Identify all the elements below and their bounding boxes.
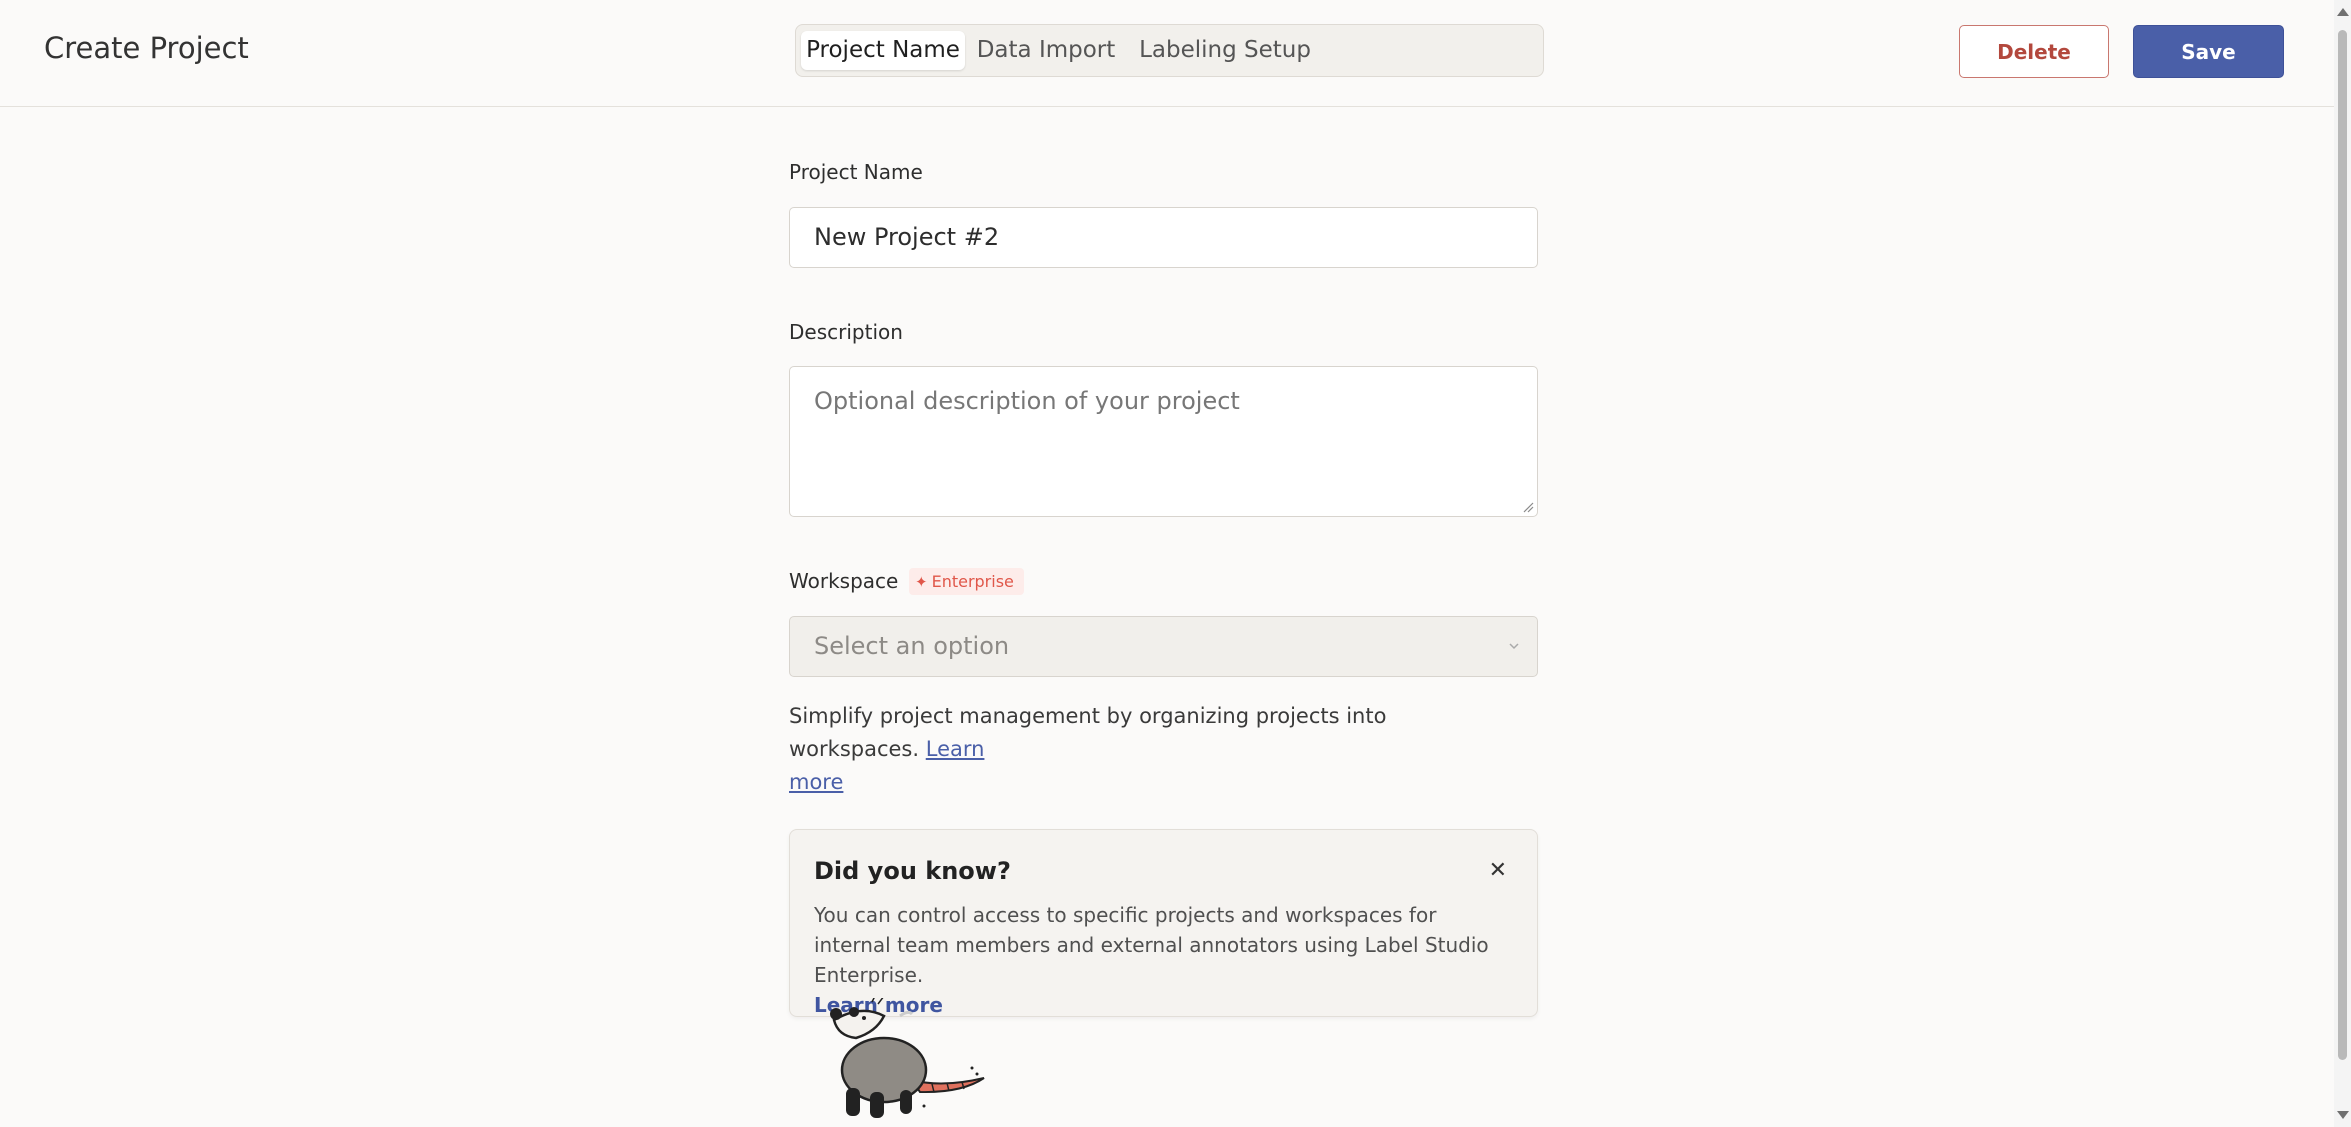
description-placeholder: Optional description of your project	[814, 387, 1240, 415]
step-tabs: Project Name Data Import Labeling Setup	[795, 24, 1544, 77]
scroll-thumb[interactable]	[2338, 30, 2347, 1060]
workspace-label: Workspace	[789, 569, 899, 593]
description-textarea[interactable]: Optional description of your project	[789, 366, 1538, 517]
top-bar: Create Project Project Name Data Import …	[0, 0, 2334, 107]
scroll-up-icon[interactable]	[2337, 8, 2349, 16]
page-title: Create Project	[44, 31, 249, 65]
workspace-select-placeholder: Select an option	[814, 632, 1010, 660]
tab-labeling-setup[interactable]: Labeling Setup	[1129, 31, 1321, 70]
project-name-input[interactable]: New Project #2	[789, 207, 1538, 268]
page-scrollbar[interactable]	[2334, 0, 2351, 1127]
workspace-learn-more-link[interactable]: Learn	[926, 737, 985, 761]
enterprise-badge-label: Enterprise	[931, 572, 1014, 591]
workspace-select[interactable]: Select an option	[789, 616, 1538, 677]
opossum-mascot-icon	[830, 998, 985, 1118]
workspace-help-text: Simplify project management by organizin…	[789, 700, 1519, 799]
tab-data-import[interactable]: Data Import	[971, 31, 1121, 70]
enterprise-badge: ✦ Enterprise	[909, 568, 1024, 595]
description-label: Description	[789, 320, 903, 344]
save-button[interactable]: Save	[2133, 25, 2284, 78]
workspace-learn-more-link-cont[interactable]: more	[789, 770, 843, 794]
workspace-help-message: Simplify project management by organizin…	[789, 704, 1387, 761]
project-name-label: Project Name	[789, 160, 923, 184]
sparkle-icon: ✦	[915, 573, 928, 591]
tab-project-name[interactable]: Project Name	[801, 31, 965, 70]
delete-button[interactable]: Delete	[1959, 25, 2109, 78]
close-icon[interactable]: ✕	[1489, 858, 1507, 883]
did-you-know-card: Did you know? ✕ You can control access t…	[789, 829, 1538, 1017]
chevron-down-icon	[1509, 643, 1519, 650]
scroll-down-icon[interactable]	[2337, 1111, 2349, 1119]
card-title: Did you know?	[814, 857, 1011, 885]
resize-grip-icon[interactable]	[1522, 501, 1534, 513]
card-body-text: You can control access to specific proje…	[814, 903, 1489, 987]
